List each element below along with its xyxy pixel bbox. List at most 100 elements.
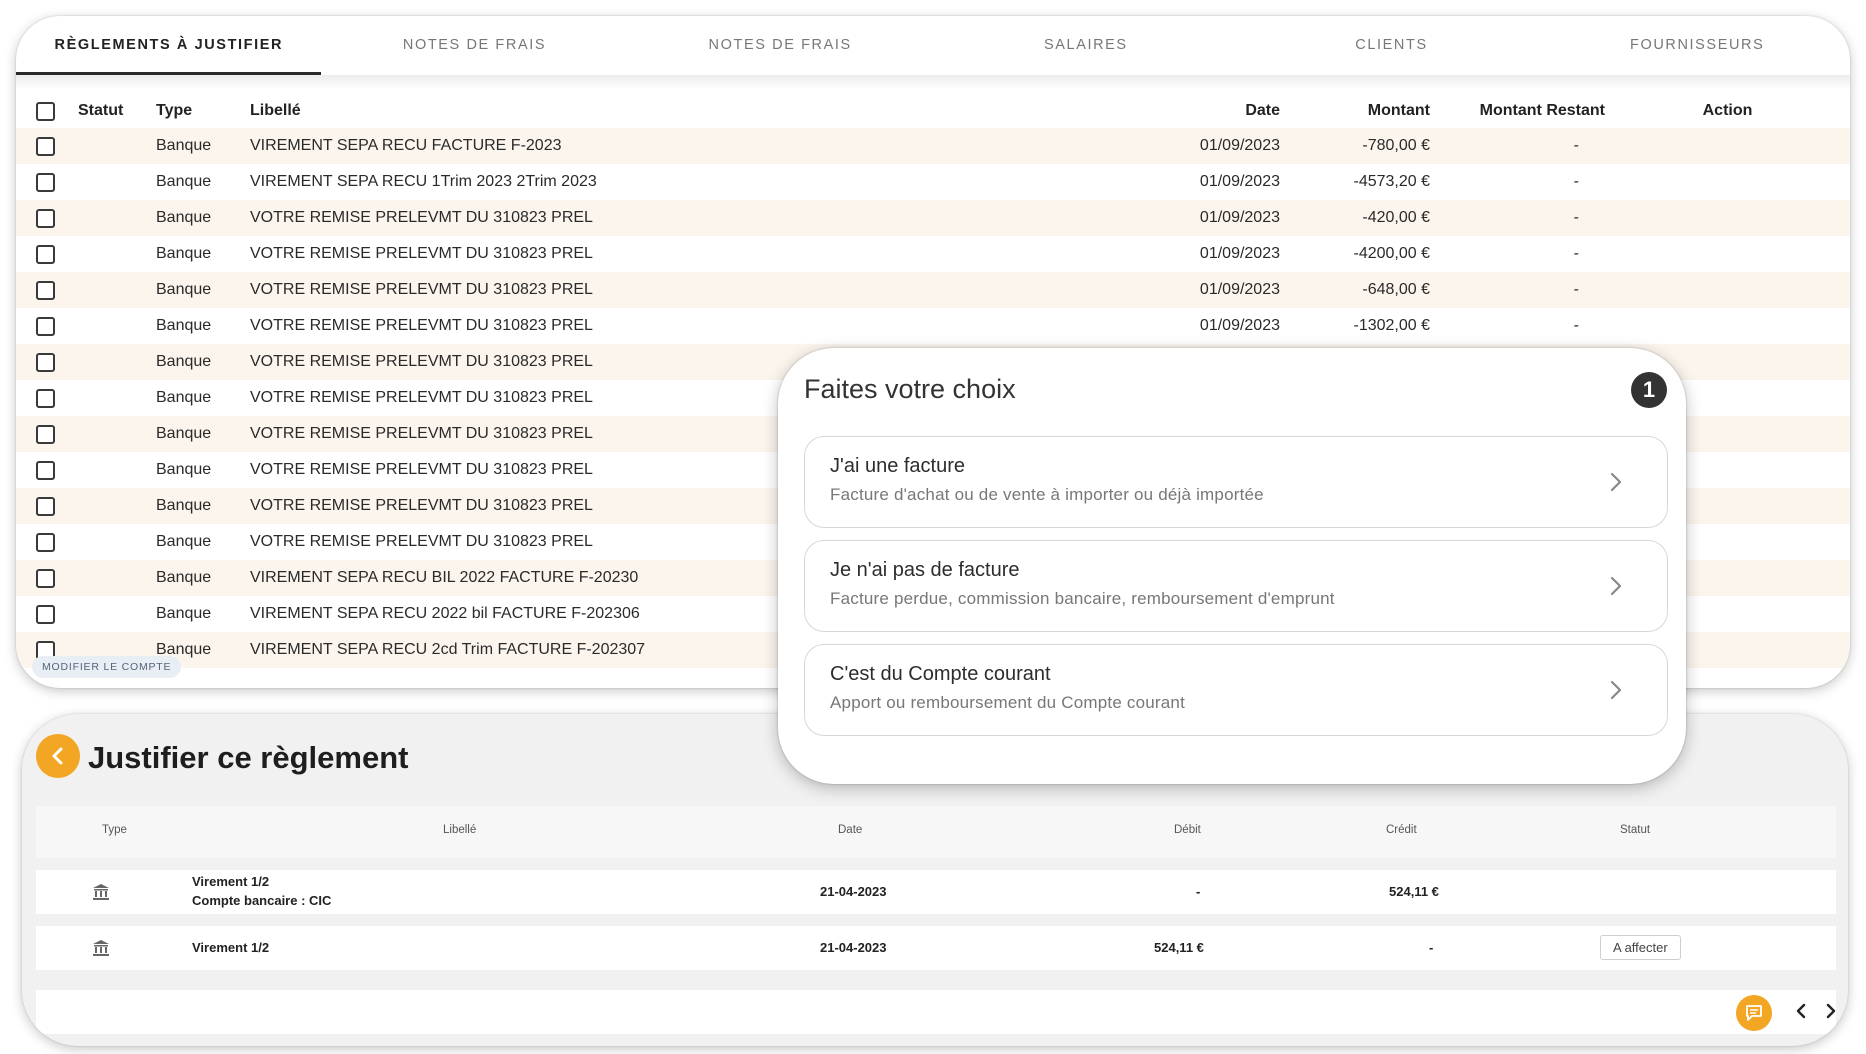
justify-title: Justifier ce règlement	[88, 740, 409, 775]
table-row[interactable]: Banque VIREMENT SEPA RECU 1Trim 2023 2Tri…	[16, 164, 1850, 200]
modify-account-button[interactable]: MODIFIER LE COMPTE	[32, 656, 182, 678]
header-type[interactable]: Type	[156, 94, 250, 128]
back-button[interactable]	[36, 734, 80, 778]
row-montant-restant: -	[1430, 128, 1605, 164]
row-statut	[78, 344, 156, 380]
table-row[interactable]: Banque VOTRE REMISE PRELEVMT DU 310823 PR…	[16, 200, 1850, 236]
table-header-row: Statut Type Libellé Date Montant Montant…	[16, 94, 1850, 128]
row-action[interactable]	[1605, 236, 1850, 272]
row-date: 01/09/2023	[1120, 200, 1280, 236]
row-debit: -	[1196, 884, 1201, 899]
row-type: Banque	[156, 173, 212, 190]
header-date: Date	[838, 824, 863, 836]
tab-clients[interactable]: CLIENTS	[1239, 16, 1545, 74]
row-statut	[78, 524, 156, 560]
table-row[interactable]: Banque VOTRE REMISE PRELEVMT DU 310823 PR…	[16, 272, 1850, 308]
row-date: 01/09/2023	[1199, 317, 1280, 334]
row-action[interactable]	[1605, 128, 1850, 164]
option-subtitle: Apport ou remboursement du Compte couran…	[830, 693, 1185, 712]
row-checkbox[interactable]	[36, 604, 55, 624]
row-action[interactable]	[1605, 200, 1850, 236]
header-statut[interactable]: Statut	[78, 94, 156, 128]
choice-modal: Faites votre choix 1 J'ai une facture Fa…	[778, 348, 1686, 784]
tab-notes-de-frais[interactable]: NOTES DE FRAIS	[322, 16, 628, 74]
row-checkbox[interactable]	[36, 172, 55, 192]
row-montant: -648,00 €	[1280, 272, 1430, 308]
chat-button[interactable]	[1736, 995, 1772, 1031]
row-libelle: VOTRE REMISE PRELEVMT DU 310823 PREL	[250, 272, 1120, 308]
row-type: Banque	[156, 389, 212, 406]
row-type: Banque	[156, 416, 250, 452]
row-libelle: VOTRE REMISE PRELEVMT DU 310823 PREL	[250, 245, 593, 262]
row-libelle: Virement 1/2	[192, 940, 270, 955]
row-checkbox[interactable]	[36, 532, 55, 552]
table-row[interactable]: Virement 1/2 Compte bancaire : CIC 21-04…	[36, 870, 1836, 914]
next-page-button[interactable]	[1824, 1000, 1838, 1026]
table-row[interactable]: Virement 1/2 21-04-2023 524,11 € - A aff…	[36, 926, 1836, 970]
chevron-left-icon	[52, 747, 63, 765]
justify-footer	[36, 990, 1836, 1034]
row-date: 01/09/2023	[1199, 245, 1280, 262]
chat-icon	[1746, 1005, 1762, 1021]
row-checkbox[interactable]	[36, 244, 55, 264]
option-title: C'est du Compte courant	[830, 663, 1051, 685]
row-statut	[78, 308, 156, 344]
select-all-checkbox[interactable]	[36, 101, 55, 121]
justify-table-header: Type Libellé Date Débit Crédit Statut	[36, 806, 1836, 858]
row-date: 01/09/2023	[1199, 173, 1280, 190]
header-date[interactable]: Date	[1120, 94, 1280, 128]
row-statut	[78, 380, 156, 416]
row-checkbox[interactable]	[36, 208, 55, 228]
table-row[interactable]: Banque VIREMENT SEPA RECU FACTURE F-2023 0…	[16, 128, 1850, 164]
chevron-right-icon	[1610, 576, 1622, 596]
option-subtitle: Facture d'achat ou de vente à importer o…	[830, 485, 1264, 504]
bank-icon	[93, 884, 109, 900]
header-credit: Crédit	[1386, 824, 1417, 836]
row-checkbox[interactable]	[36, 280, 55, 300]
row-checkbox[interactable]	[36, 316, 55, 336]
assign-button[interactable]: A affecter	[1600, 935, 1681, 960]
option-subtitle: Facture perdue, commission bancaire, rem…	[830, 589, 1335, 608]
option-no-invoice[interactable]: Je n'ai pas de facture Facture perdue, c…	[804, 540, 1668, 632]
header-montant-restant[interactable]: Montant Restant	[1430, 94, 1605, 128]
row-checkbox[interactable]	[36, 568, 55, 588]
row-checkbox[interactable]	[36, 460, 55, 480]
option-current-account[interactable]: C'est du Compte courant Apport ou rembou…	[804, 644, 1668, 736]
header-libelle[interactable]: Libellé	[250, 94, 1120, 128]
row-checkbox[interactable]	[36, 388, 55, 408]
modal-title: Faites votre choix	[804, 374, 1016, 404]
row-montant: -420,00 €	[1280, 200, 1430, 236]
row-montant: -4573,20 €	[1353, 173, 1430, 190]
tab-reglements[interactable]: RÈGLEMENTS À JUSTIFIER	[16, 16, 322, 74]
row-statut	[78, 488, 156, 524]
row-type: Banque	[156, 488, 250, 524]
tab-fournisseurs[interactable]: FOURNISSEURS	[1544, 16, 1850, 74]
table-row[interactable]: Banque VOTRE REMISE PRELEVMT DU 310823 PR…	[16, 236, 1850, 272]
row-checkbox[interactable]	[36, 136, 55, 156]
justify-table: Type Libellé Date Débit Crédit Statut Vi…	[36, 806, 1836, 970]
option-have-invoice[interactable]: J'ai une facture Facture d'achat ou de v…	[804, 436, 1668, 528]
option-title: Je n'ai pas de facture	[830, 559, 1020, 581]
row-action[interactable]	[1605, 308, 1850, 344]
row-statut	[78, 128, 156, 164]
row-type: Banque	[156, 200, 250, 236]
tab-salaires[interactable]: SALAIRES	[933, 16, 1239, 74]
row-type: Banque	[156, 317, 212, 334]
row-action[interactable]	[1605, 164, 1850, 200]
row-checkbox[interactable]	[36, 424, 55, 444]
row-action[interactable]	[1605, 272, 1850, 308]
row-checkbox[interactable]	[36, 496, 55, 516]
row-statut	[78, 272, 156, 308]
tab-notes-de-frais-2[interactable]: NOTES DE FRAIS	[627, 16, 933, 74]
row-montant-restant: -	[1430, 200, 1605, 236]
chevron-left-icon	[1796, 1003, 1806, 1019]
table-row[interactable]: Banque VOTRE REMISE PRELEVMT DU 310823 PR…	[16, 308, 1850, 344]
tab-bar-shadow	[16, 75, 1850, 89]
prev-page-button[interactable]	[1794, 1000, 1808, 1026]
row-checkbox[interactable]	[36, 352, 55, 372]
row-debit: 524,11 €	[1154, 940, 1204, 955]
row-libelle-account: Compte bancaire : CIC	[192, 893, 332, 908]
row-type: Banque	[156, 128, 250, 164]
header-montant[interactable]: Montant	[1280, 94, 1430, 128]
row-statut	[78, 236, 156, 272]
